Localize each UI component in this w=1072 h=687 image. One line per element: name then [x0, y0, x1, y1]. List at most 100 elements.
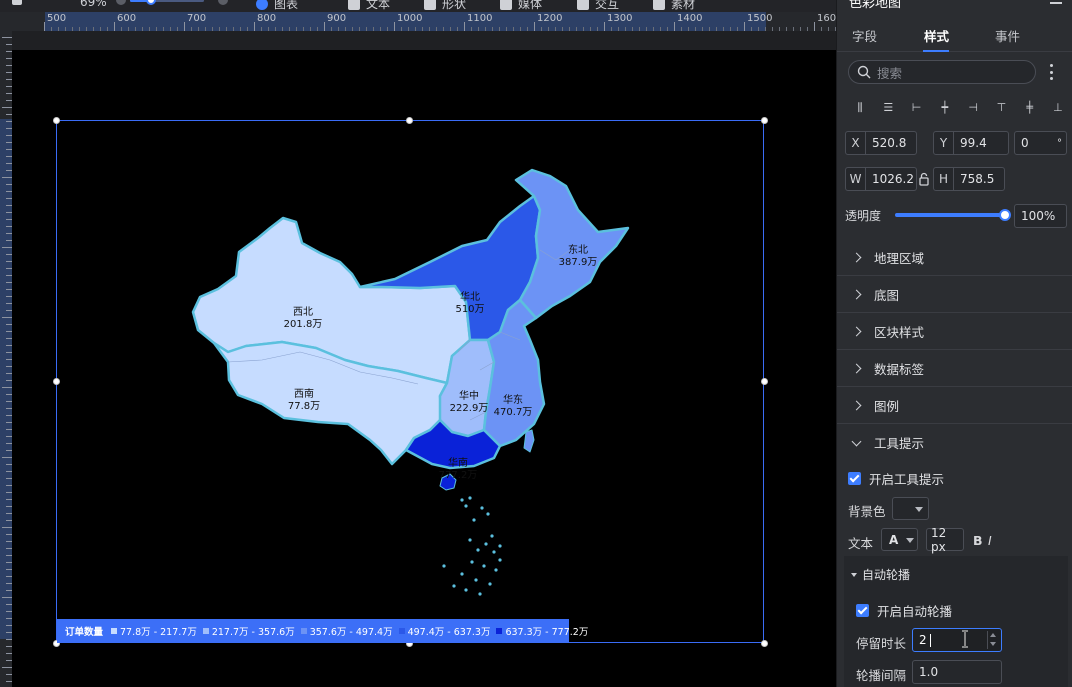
enable-autoplay-label: 开启自动轮播 [877, 604, 953, 619]
legend-swatch [300, 628, 307, 634]
properties-panel: 色彩地图 字段 样式 事件 搜索 ⫼ ☰ ⊢ ┿ ⊣ ⊤ ╪ ⊥ X 520.8 … [836, 0, 1072, 687]
font-size-value: 12 px [931, 525, 947, 554]
opacity-value: 100% [1021, 209, 1056, 223]
legend-item-label: 357.6万 - 497.4万 [309, 627, 393, 638]
section-label: 底图 [874, 287, 900, 303]
search-input[interactable]: 搜索 [848, 60, 1036, 84]
rotation-field[interactable]: 0 ° [1014, 131, 1067, 155]
number-spinner[interactable] [987, 631, 999, 649]
w-label: W [846, 168, 866, 190]
selection-frame[interactable] [56, 120, 764, 643]
align-middle-vertical-icon[interactable]: ╪ [1023, 101, 1037, 115]
legend-item-label: 217.7万 - 357.6万 [211, 627, 295, 638]
legend-item-label: 637.3万 - 777.2万 [505, 627, 589, 638]
chevron-right-icon [851, 326, 862, 336]
chevron-down-icon [851, 436, 862, 446]
bold-button[interactable]: B [973, 533, 983, 548]
autoplay-header[interactable]: 自动轮播 [851, 566, 910, 583]
tooltip-bg-color-picker[interactable] [892, 497, 929, 520]
chevron-right-icon [851, 252, 862, 262]
map-legend: 订单数量 77.8万 - 217.7万 217.7万 - 357.6万 357.… [57, 619, 588, 643]
spinner-down-icon[interactable] [990, 642, 996, 646]
chevron-right-icon [851, 289, 862, 299]
opacity-label: 透明度 [845, 209, 882, 223]
tab-fields[interactable]: 字段 [852, 26, 877, 45]
h-value: 758.5 [960, 172, 995, 186]
distribute-horizontal-icon[interactable]: ⫼ [853, 101, 867, 115]
legend-item[interactable]: 217.7万 - 357.6万 [202, 624, 295, 638]
align-bottom-icon[interactable]: ⊥ [1051, 101, 1065, 115]
chevron-right-icon [851, 363, 862, 373]
dropdown-arrow-icon [906, 538, 914, 543]
tab-style[interactable]: 样式 [924, 26, 949, 45]
enable-tooltip-checkbox[interactable]: 开启工具提示 [848, 469, 944, 488]
section-label: 地理区域 [874, 250, 925, 266]
legend-item[interactable]: 77.8万 - 217.7万 [111, 624, 197, 638]
font-family-select[interactable]: A [881, 528, 918, 551]
align-left-icon[interactable]: ⊢ [910, 101, 924, 115]
italic-button[interactable]: I [988, 533, 992, 548]
menu-icon[interactable] [1050, 2, 1062, 4]
align-center-horizontal-icon[interactable]: ┿ [938, 101, 952, 115]
x-label: X [846, 132, 866, 154]
resize-handle-right[interactable] [761, 378, 768, 385]
resize-handle-top-left[interactable] [53, 117, 60, 124]
ibeam-cursor-icon [962, 630, 968, 648]
search-icon [857, 65, 871, 79]
section-label: 数据标签 [874, 361, 925, 377]
section-geo-region[interactable]: 地理区域 [837, 239, 1072, 276]
resize-handle-left[interactable] [53, 378, 60, 385]
font-size-field[interactable]: 12 px [926, 525, 964, 554]
y-value: 99.4 [960, 136, 987, 150]
legend-item[interactable]: 637.3万 - 777.2万 [496, 624, 588, 638]
legend-item[interactable]: 497.4万 - 637.3万 [398, 624, 491, 638]
dropdown-arrow-icon [915, 507, 923, 512]
width-field[interactable]: W 1026.2 [845, 167, 917, 191]
legend-title: 订单数量 [65, 627, 104, 638]
chevron-right-icon [851, 400, 862, 410]
y-label: Y [934, 132, 954, 154]
section-basemap[interactable]: 底图 [837, 276, 1072, 313]
dwell-time-label: 停留时长 [856, 636, 907, 651]
search-placeholder: 搜索 [877, 65, 903, 81]
font-glyph: A [889, 532, 899, 547]
align-right-icon[interactable]: ⊣ [966, 101, 980, 115]
resize-handle-bottom-right[interactable] [761, 640, 768, 647]
section-label: 区块样式 [874, 324, 925, 340]
legend-item-label: 497.4万 - 637.3万 [407, 627, 491, 638]
enable-tooltip-label: 开启工具提示 [869, 472, 945, 487]
section-label: 工具提示 [874, 436, 925, 451]
legend-item[interactable]: 357.6万 - 497.4万 [300, 624, 393, 638]
tooltip-bg-label: 背景色 [848, 504, 886, 519]
section-tooltip[interactable]: 工具提示 [837, 424, 1072, 461]
w-value: 1026.2 [872, 172, 914, 186]
active-tab-indicator [923, 50, 949, 52]
spinner-up-icon[interactable] [990, 633, 996, 637]
aspect-lock-icon[interactable] [919, 172, 929, 186]
checkbox-checked-icon [848, 472, 861, 485]
x-value: 520.8 [872, 136, 907, 150]
opacity-field[interactable]: 100% [1014, 204, 1067, 228]
section-data-labels[interactable]: 数据标签 [837, 350, 1072, 387]
enable-autoplay-checkbox[interactable]: 开启自动轮播 [856, 601, 952, 620]
resize-handle-top[interactable] [406, 117, 413, 124]
more-options-icon[interactable] [1050, 64, 1053, 80]
x-position-field[interactable]: X 520.8 [845, 131, 917, 155]
resize-handle-top-right[interactable] [761, 117, 768, 124]
rotation-unit: ° [1057, 137, 1062, 149]
section-block-style[interactable]: 区块样式 [837, 313, 1072, 350]
align-top-icon[interactable]: ⊤ [994, 101, 1008, 115]
rotation-value: 0 [1021, 136, 1029, 150]
tab-events[interactable]: 事件 [995, 26, 1020, 45]
caret-down-icon [851, 572, 857, 577]
opacity-slider[interactable] [895, 209, 1011, 221]
distribute-vertical-icon[interactable]: ☰ [881, 101, 895, 115]
alignment-toolbar: ⫼ ☰ ⊢ ┿ ⊣ ⊤ ╪ ⊥ [849, 101, 1069, 119]
dwell-time-input[interactable]: 2 [912, 628, 1002, 652]
height-field[interactable]: H 758.5 [933, 167, 1005, 191]
carousel-interval-label: 轮播间隔 [856, 668, 907, 683]
opacity-slider-knob[interactable] [999, 209, 1011, 221]
y-position-field[interactable]: Y 99.4 [933, 131, 1009, 155]
carousel-interval-input[interactable]: 1.0 [912, 660, 1002, 684]
section-legend[interactable]: 图例 [837, 387, 1072, 424]
